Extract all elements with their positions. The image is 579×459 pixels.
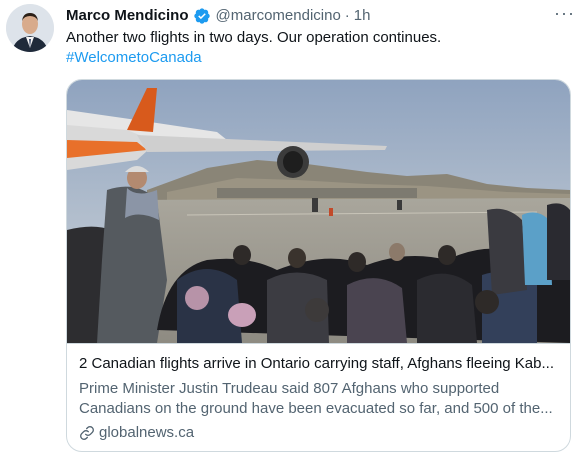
card-domain-text[interactable]: globalnews.ca: [99, 423, 194, 443]
author-handle[interactable]: @marcomendicino: [216, 6, 341, 26]
card-title[interactable]: 2 Canadian flights arrive in Ontario car…: [79, 354, 564, 374]
separator-dot: ·: [344, 7, 350, 24]
more-options-icon[interactable]: ···: [554, 4, 575, 22]
card-body[interactable]: 2 Canadian flights arrive in Ontario car…: [67, 343, 570, 451]
verified-badge-icon: [193, 8, 210, 24]
hashtag-link[interactable]: #WelcometoCanada: [66, 48, 202, 68]
link-icon: [80, 426, 94, 440]
card-image[interactable]: [67, 80, 570, 343]
author-name[interactable]: Marco Mendicino: [66, 6, 189, 26]
tweet-text: Another two flights in two days. Our ope…: [66, 29, 442, 46]
timestamp[interactable]: 1h: [354, 6, 371, 26]
avatar-photo: [6, 4, 54, 52]
tweet-header: Marco Mendicino @marcomendicino · 1h: [66, 6, 370, 26]
card-description: Prime Minister Justin Trudeau said 807 A…: [79, 380, 553, 417]
link-card[interactable]: 2 Canadian flights arrive in Ontario car…: [66, 79, 571, 452]
airport-crowd-photo: [67, 80, 570, 343]
card-domain[interactable]: globalnews.ca: [79, 423, 194, 443]
avatar[interactable]: [6, 4, 54, 52]
